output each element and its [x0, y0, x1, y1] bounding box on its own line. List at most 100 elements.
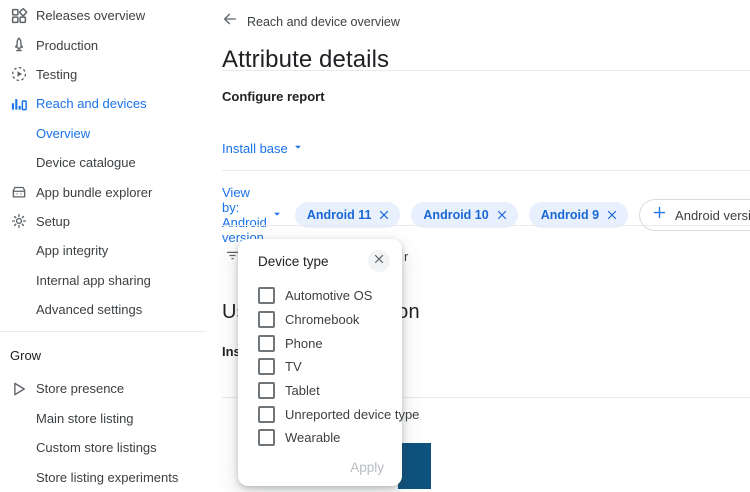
sidebar-item-label: Reach and devices [36, 96, 147, 111]
checkbox-icon[interactable] [258, 358, 275, 375]
device-type-options: Automotive OS Chromebook Phone TV Tablet Unre… [238, 277, 402, 450]
sidebar-item-label: App bundle explorer [36, 185, 152, 200]
sidebar-item-label: Device catalogue [36, 155, 136, 170]
add-button-label: Android version [675, 208, 750, 223]
checkbox-icon[interactable] [258, 406, 275, 423]
view-by-dropdown[interactable]: View by: Android version [222, 185, 282, 245]
sidebar-item-label: Releases overview [36, 8, 145, 23]
add-android-version-button[interactable]: Android version [639, 199, 750, 231]
option-chromebook[interactable]: Chromebook [258, 308, 394, 332]
option-label: Phone [285, 336, 323, 351]
view-by-label[interactable]: View by: Android version [222, 185, 267, 245]
plus-icon [652, 205, 667, 225]
sidebar-item-store-presence[interactable]: Store presence [0, 374, 222, 403]
sidebar-item-label: App integrity [36, 243, 108, 258]
reach-and-devices-icon [10, 95, 28, 113]
sidebar-item-advanced-settings[interactable]: Advanced settings [0, 295, 222, 324]
option-label: Automotive OS [285, 288, 372, 303]
partially-hidden-filter-text: r [404, 249, 408, 264]
option-tablet[interactable]: Tablet [258, 379, 394, 403]
sidebar-nav: Releases overview Production Testing Reach … [0, 0, 222, 489]
option-unreported-device-type[interactable]: Unreported device type [258, 402, 394, 426]
sidebar-icon-spacer [10, 301, 28, 319]
sidebar-item-production[interactable]: Production [0, 30, 222, 59]
sidebar-item-label: Advanced settings [36, 302, 142, 317]
option-label: TV [285, 359, 302, 374]
chip-remove-icon[interactable] [496, 209, 508, 221]
chart-bar-android-version [398, 443, 431, 489]
sidebar-item-store-listing-experiments[interactable]: Store listing experiments [0, 462, 222, 491]
chip-label: Android 10 [423, 208, 488, 222]
sidebar-item-app-integrity[interactable]: App integrity [0, 236, 222, 265]
sidebar-icon-spacer [10, 439, 28, 457]
sidebar-item-app-bundle-explorer[interactable]: App bundle explorer [0, 177, 222, 206]
divider-under-title [222, 70, 750, 71]
divider-under-viewby [222, 225, 750, 226]
sidebar-item-label: Internal app sharing [36, 273, 151, 288]
metric-dropdown-label[interactable]: Install base [222, 141, 288, 156]
sidebar-item-overview[interactable]: Overview [0, 119, 222, 148]
checkbox-icon[interactable] [258, 429, 275, 446]
setup-icon [10, 212, 28, 230]
store-presence-icon [10, 380, 28, 398]
checkbox-icon[interactable] [258, 382, 275, 399]
option-tv[interactable]: TV [258, 355, 394, 379]
sidebar-section-label: Grow [0, 342, 222, 368]
sidebar-item-label: Production [36, 38, 98, 53]
sidebar-item-label: Testing [36, 67, 77, 82]
back-arrow-icon[interactable] [222, 11, 238, 32]
sidebar-icon-spacer [10, 409, 28, 427]
chip-remove-icon[interactable] [606, 209, 618, 221]
sidebar-icon-spacer [10, 271, 28, 289]
sidebar-item-label: Overview [36, 126, 90, 141]
option-label: Unreported device type [285, 407, 419, 422]
sidebar-item-testing[interactable]: Testing [0, 60, 222, 89]
sidebar-item-releases-overview[interactable]: Releases overview [0, 1, 222, 30]
device-type-popup: Device type Automotive OS Chromebook Phone… [238, 239, 402, 486]
sidebar-item-label: Custom store listings [36, 440, 157, 455]
production-icon [10, 36, 28, 54]
checkbox-icon[interactable] [258, 287, 275, 304]
close-icon [373, 252, 385, 270]
close-button[interactable] [368, 250, 390, 272]
chip-label: Android 9 [541, 208, 599, 222]
option-phone[interactable]: Phone [258, 331, 394, 355]
sidebar-icon-spacer [10, 468, 28, 486]
popup-footer: Apply [238, 450, 402, 489]
sidebar-item-main-store-listing[interactable]: Main store listing [0, 404, 222, 433]
chevron-down-icon [272, 206, 282, 224]
option-label: Tablet [285, 383, 320, 398]
sidebar-item-device-catalogue[interactable]: Device catalogue [0, 148, 222, 177]
releases-overview-icon [10, 7, 28, 25]
chip-remove-icon[interactable] [378, 209, 390, 221]
configure-report-heading: Configure report [222, 89, 325, 104]
option-label: Wearable [285, 430, 340, 445]
checkbox-icon[interactable] [258, 311, 275, 328]
sidebar-item-setup[interactable]: Setup [0, 207, 222, 236]
option-wearable[interactable]: Wearable [258, 426, 394, 450]
option-label: Chromebook [285, 312, 359, 327]
chevron-down-icon [293, 139, 303, 157]
option-automotive-os[interactable]: Automotive OS [258, 284, 394, 308]
checkbox-icon[interactable] [258, 335, 275, 352]
metric-dropdown[interactable]: Install base [222, 139, 303, 157]
breadcrumb-label[interactable]: Reach and device overview [247, 15, 400, 29]
divider-under-metric [222, 170, 750, 171]
chip-label: Android 11 [307, 208, 372, 222]
sidebar-item-label: Main store listing [36, 411, 134, 426]
sidebar-item-label: Store listing experiments [36, 470, 178, 485]
testing-icon [10, 65, 28, 83]
sidebar-icon-spacer [10, 124, 28, 142]
sidebar-item-internal-app-sharing[interactable]: Internal app sharing [0, 266, 222, 295]
apply-button[interactable]: Apply [350, 460, 384, 475]
breadcrumb[interactable]: Reach and device overview [222, 11, 400, 32]
sidebar-divider [0, 331, 205, 332]
sidebar-item-custom-store-listings[interactable]: Custom store listings [0, 433, 222, 462]
view-by-row: View by: Android version Android 11 Andro… [222, 185, 738, 245]
sidebar-icon-spacer [10, 154, 28, 172]
popup-header: Device type [238, 239, 402, 277]
sidebar-item-reach-and-devices[interactable]: Reach and devices [0, 89, 222, 118]
sidebar-item-label: Store presence [36, 381, 124, 396]
popup-title: Device type [258, 254, 329, 269]
app-bundle-explorer-icon [10, 183, 28, 201]
